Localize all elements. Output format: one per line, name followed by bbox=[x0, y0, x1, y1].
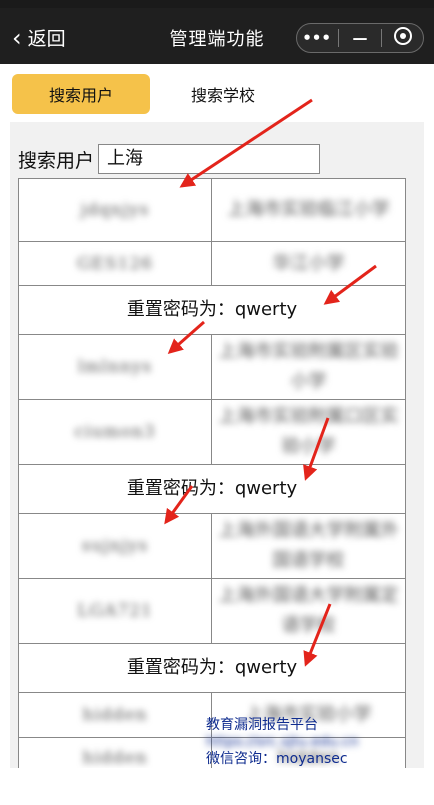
reset-password-row[interactable]: 重置密码为：qwerty bbox=[18, 643, 406, 692]
more-dots-icon[interactable]: ••• bbox=[299, 29, 335, 47]
table-row[interactable]: lmlnnys 上海市实验附属区实验小学 bbox=[18, 334, 406, 399]
tab-search-user[interactable]: 搜索用户 bbox=[12, 74, 150, 114]
school-cell: 华江小学 bbox=[272, 252, 345, 274]
username-cell: hidden bbox=[19, 693, 212, 737]
table-row[interactable]: sujnjys 上海外国语大学附属外国语学校 bbox=[18, 513, 406, 578]
bottom-padding bbox=[0, 768, 434, 805]
username-cell: lmlnnys bbox=[19, 335, 212, 399]
username-cell: GES126 bbox=[19, 242, 212, 285]
reset-password-text: 重置密码为：qwerty bbox=[126, 478, 298, 499]
main-content: 搜索用户 上海 jdqnjys 上海市实验临江小学 GES126 华江小学 重置… bbox=[10, 122, 424, 779]
school-cell: 上海外国语大学附属外国语学校 bbox=[218, 520, 399, 571]
top-navigation-bar: ‹ 返回 管理端功能 ••• — bbox=[0, 8, 434, 64]
table-row[interactable]: jdqnjys 上海市实验临江小学 bbox=[18, 178, 406, 241]
watermark: 教育漏洞报告平台 https://src.sjtu.edu.cn 微信咨询：mo… bbox=[206, 717, 426, 768]
table-row[interactable]: GES126 华江小学 bbox=[18, 241, 406, 285]
tab-search-school[interactable]: 搜索学校 bbox=[154, 74, 292, 114]
watermark-line-3: 微信咨询：moyansec bbox=[206, 751, 348, 767]
reset-password-text: 重置密码为：qwerty bbox=[126, 299, 298, 320]
close-button[interactable] bbox=[385, 27, 421, 49]
school-cell: 上海市实验临江小学 bbox=[227, 199, 390, 220]
reset-password-text: 重置密码为：qwerty bbox=[126, 657, 298, 678]
username-cell: LGA721 bbox=[19, 579, 212, 643]
minimize-icon[interactable]: — bbox=[342, 29, 378, 47]
watermark-line-1: 教育漏洞报告平台 bbox=[206, 717, 318, 733]
table-row[interactable]: ciumon3 上海市实验附属口区实验小学 bbox=[18, 399, 406, 464]
capsule-divider bbox=[337, 29, 339, 47]
target-close-icon bbox=[394, 27, 413, 45]
search-input[interactable]: 上海 bbox=[98, 144, 321, 174]
reset-password-row[interactable]: 重置密码为：qwerty bbox=[18, 285, 406, 334]
school-cell: 上海市实验附属区实验小学 bbox=[218, 341, 399, 392]
search-label: 搜索用户 bbox=[18, 149, 95, 172]
search-row: 搜索用户 上海 bbox=[18, 144, 321, 174]
table-row[interactable]: LGA721 上海外国语大学附属定语学校 bbox=[18, 578, 406, 643]
school-cell: 上海外国语大学附属定语学校 bbox=[218, 585, 399, 636]
username-cell: jdqnjys bbox=[19, 179, 212, 241]
capsule-divider bbox=[381, 29, 383, 47]
username-cell: sujnjys bbox=[19, 514, 212, 578]
miniapp-capsule: ••• — bbox=[296, 23, 424, 53]
school-cell: 上海市实验附属口区实验小学 bbox=[218, 406, 399, 457]
status-bar bbox=[0, 0, 434, 8]
reset-password-row[interactable]: 重置密码为：qwerty bbox=[18, 464, 406, 513]
results-table: jdqnjys 上海市实验临江小学 GES126 华江小学 重置密码为：qwer… bbox=[18, 178, 406, 779]
tab-bar: 搜索用户 搜索学校 bbox=[0, 64, 434, 122]
username-cell: ciumon3 bbox=[19, 400, 212, 464]
watermark-line-2: https://src.sjtu.edu.cn bbox=[206, 734, 359, 750]
